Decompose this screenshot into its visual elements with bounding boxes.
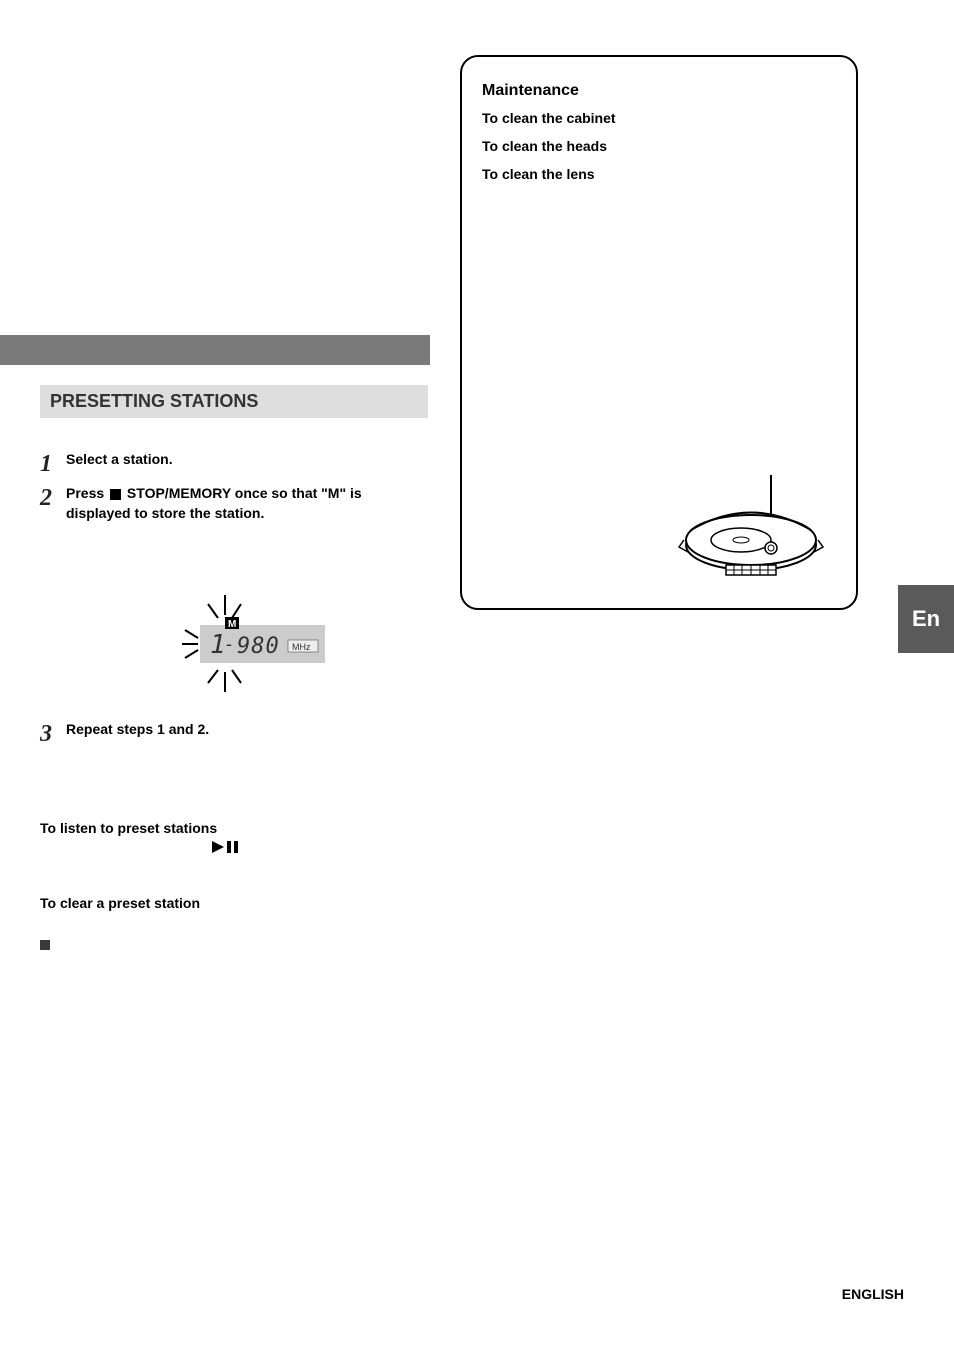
lcd-display-illustration: 1 M - 980 MHz [180,590,330,700]
clean-cabinet-heading: To clean the cabinet [482,110,836,126]
step-2: 2 Press STOP/MEMORY once so that "M" is … [40,484,430,523]
maintenance-box: Maintenance To clean the cabinet To clea… [460,55,858,610]
svg-text:-: - [226,634,232,654]
step-text: Repeat steps 1 and 2. [66,720,430,740]
clear-heading: To clear a preset station [40,895,430,911]
stop-icon-small [40,940,50,950]
listen-heading: To listen to preset stations [40,820,430,836]
device-lens-illustration [676,470,826,590]
play-pause-icon [212,840,242,859]
gray-divider-bar [0,335,430,365]
section-header-presetting: PRESETTING STATIONS [40,385,428,418]
clean-lens-heading: To clean the lens [482,166,836,182]
listen-preset-section: To listen to preset stations [40,820,430,859]
clear-preset-section: To clear a preset station [40,895,430,915]
step-number: 2 [40,484,66,510]
step-number: 1 [40,450,66,476]
step-number: 3 [40,720,66,746]
step-3: 3 Repeat steps 1 and 2. [40,720,430,754]
step-text: Press STOP/MEMORY once so that "M" is di… [66,484,430,523]
maintenance-title: Maintenance [482,82,836,100]
step-text: Select a station. [66,450,430,470]
footer-language: ENGLISH [842,1286,904,1302]
steps-list: 1 Select a station. 2 Press STOP/MEMORY … [40,450,430,531]
svg-text:M: M [228,619,236,630]
preset-digit: 1 [210,630,226,660]
svg-text:MHz: MHz [292,642,311,652]
clean-heads-heading: To clean the heads [482,138,836,154]
stop-icon [110,489,121,500]
step-1: 1 Select a station. [40,450,430,476]
svg-text:980: 980 [237,634,280,659]
language-tab: En [898,585,954,653]
